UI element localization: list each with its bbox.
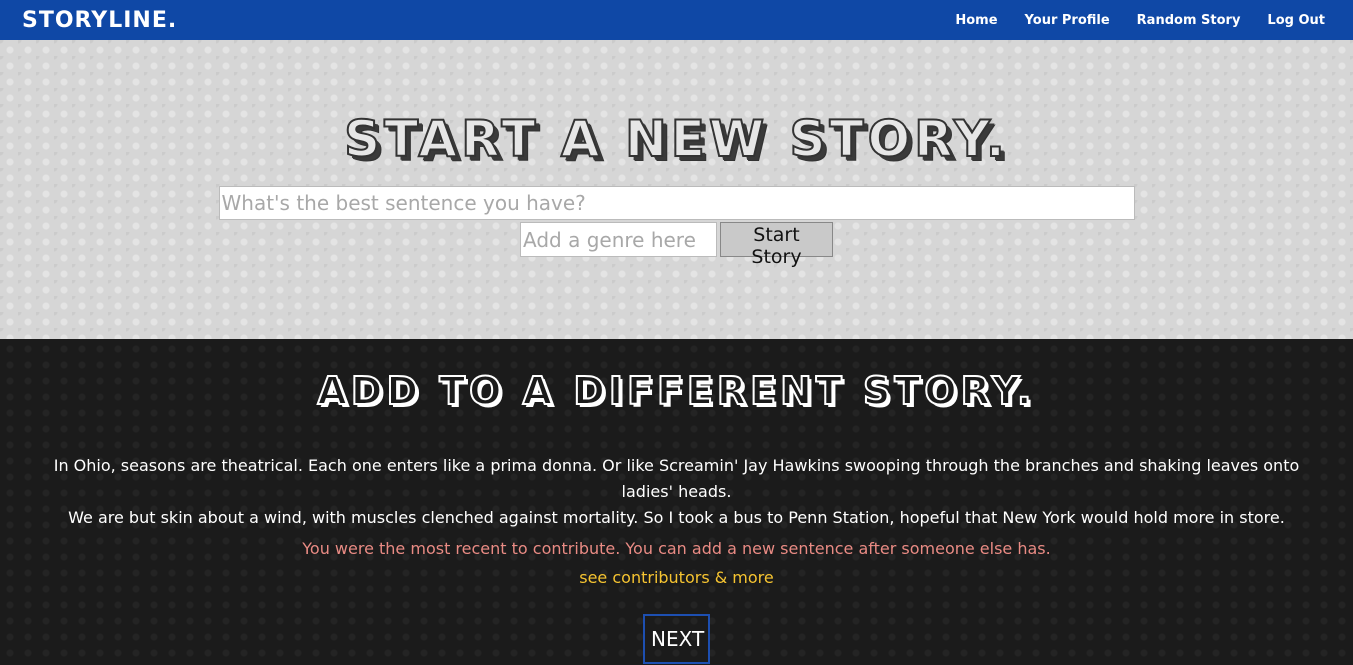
nav-link-home[interactable]: Home [955, 13, 997, 28]
new-story-title: START A NEW STORY. [343, 109, 1009, 169]
navbar: STORYLINE. Home Your Profile Random Stor… [0, 0, 1353, 40]
next-button[interactable]: NEXT [643, 614, 710, 664]
start-story-button[interactable]: Start Story [720, 222, 833, 268]
contributors-link[interactable]: see contributors & more [579, 568, 774, 587]
nav-link-log-out[interactable]: Log Out [1267, 13, 1325, 28]
new-story-section: START A NEW STORY. Start Story [0, 40, 1353, 339]
genre-row: Start Story [0, 222, 1353, 268]
story-text: In Ohio, seasons are theatrical. Each on… [27, 453, 1327, 531]
brand-logo[interactable]: STORYLINE. [22, 8, 177, 33]
nav-link-random-story[interactable]: Random Story [1137, 13, 1241, 28]
nav-links: Home Your Profile Random Story Log Out [955, 13, 1325, 28]
story-line-1: In Ohio, seasons are theatrical. Each on… [53, 456, 1300, 501]
genre-input[interactable] [520, 222, 717, 257]
contribution-notice: You were the most recent to contribute. … [302, 539, 1051, 558]
different-story-title: ADD TO A DIFFERENT STORY. [317, 368, 1036, 414]
nav-link-your-profile[interactable]: Your Profile [1025, 13, 1110, 28]
different-story-section: ADD TO A DIFFERENT STORY. In Ohio, seaso… [0, 339, 1353, 665]
sentence-input[interactable] [218, 186, 1135, 220]
story-line-2: We are but skin about a wind, with muscl… [68, 508, 1285, 527]
